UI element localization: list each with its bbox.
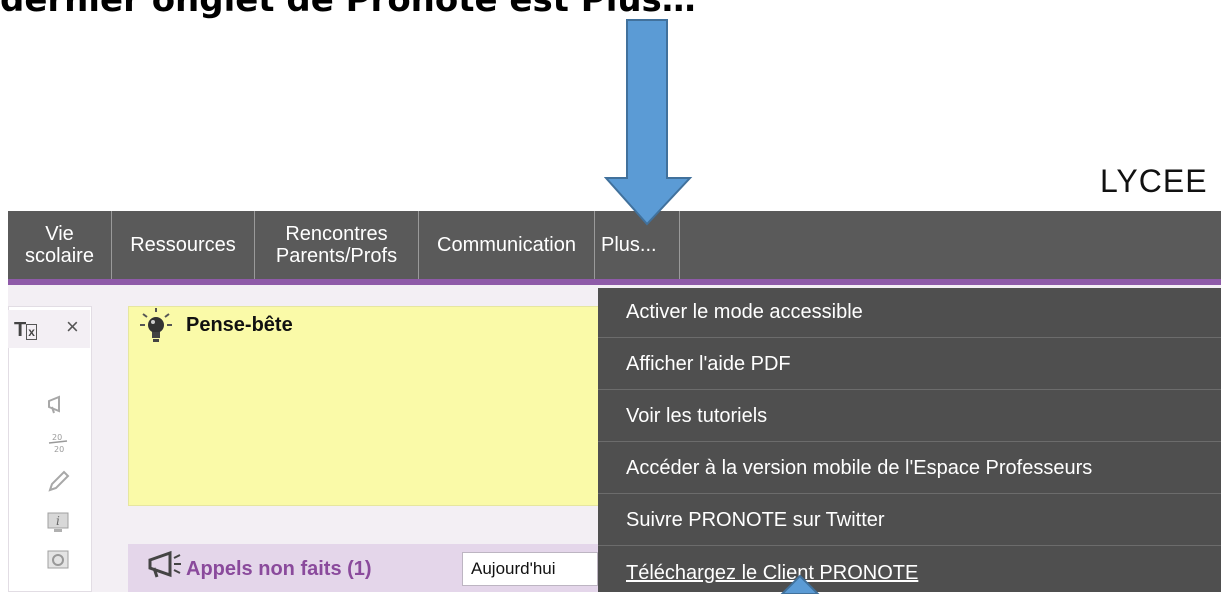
date-select[interactable]: Aujourd'hui [462,552,598,586]
pense-bete-title: Pense-bête [186,314,293,336]
menu-item-tutorials[interactable]: Voir les tutoriels [598,392,1221,442]
school-label: LYCEE [1100,163,1208,199]
tab-communication[interactable]: Communication [419,211,595,279]
appels-title: Appels non faits (1) [186,558,372,580]
pencil-icon[interactable] [46,470,70,494]
svg-text:20: 20 [54,445,64,454]
tab-vie-scolaire[interactable]: Vie scolaire [8,211,112,279]
close-icon[interactable]: × [66,314,79,340]
clock-icon[interactable] [46,548,70,572]
menu-item-mobile-version[interactable]: Accéder à la version mobile de l'Espace … [598,444,1221,494]
megaphone-icon [148,550,181,578]
up-arrow-annotation [780,574,820,594]
slide-title: dernier onglet de Pronote est Plus… [0,0,696,20]
down-arrow-annotation [604,19,693,226]
svg-text:20: 20 [52,433,62,442]
menu-item-accessible-mode[interactable]: Activer le mode accessible [598,288,1221,338]
clear-format-icon[interactable]: Tx [14,319,37,342]
lightbulb-icon [140,308,172,342]
megaphone-icon[interactable] [46,392,70,416]
info-icon[interactable]: i [46,510,70,534]
tab-rencontres[interactable]: Rencontres Parents/Profs [255,211,419,279]
svg-text:i: i [56,514,60,528]
menu-item-pdf-help[interactable]: Afficher l'aide PDF [598,340,1221,390]
grade-icon[interactable]: 20 20 [46,430,70,454]
menu-item-download-client[interactable]: Téléchargez le Client PRONOTE [598,548,1221,598]
tab-ressources[interactable]: Ressources [112,211,255,279]
menu-item-twitter[interactable]: Suivre PRONOTE sur Twitter [598,496,1221,546]
